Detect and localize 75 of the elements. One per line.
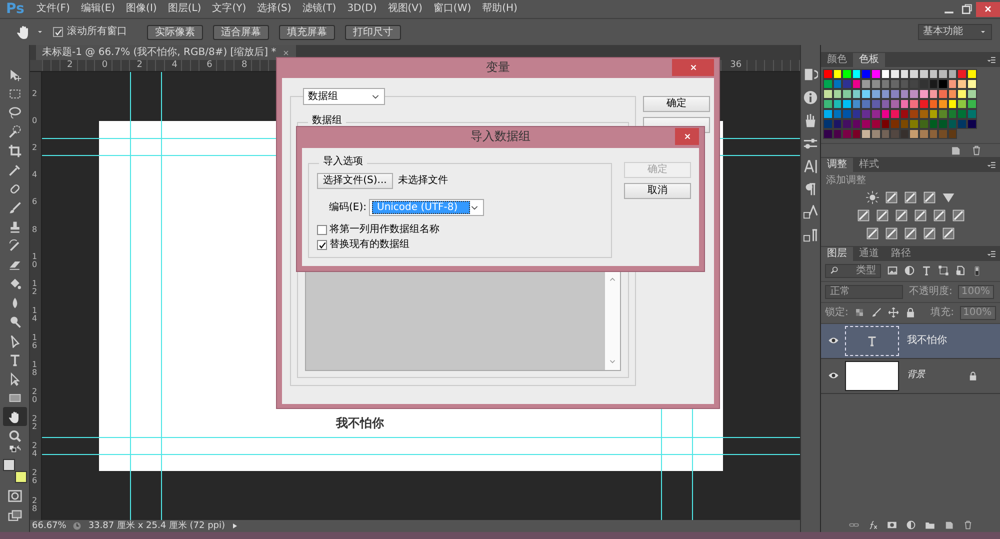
ruler-label: 36: [729, 60, 743, 71]
ruler-label: 16: [32, 334, 38, 350]
menu-item[interactable]: 帮助(H): [482, 3, 518, 15]
ruler-label: 0: [100, 60, 109, 71]
layer-name[interactable]: 背景: [907, 370, 968, 381]
layer-row[interactable]: 背景: [821, 358, 1000, 394]
menu-item[interactable]: 编辑(E): [80, 3, 116, 15]
ruler-label: 8: [32, 226, 38, 234]
ruler-label: 2: [32, 144, 38, 152]
checkbox-label: 替换现有的数据组: [330, 239, 410, 251]
ruler-label: 24: [32, 442, 38, 458]
fill-label: 填充:: [930, 306, 954, 318]
ruler-label: 12: [32, 280, 38, 296]
ruler-label: 22: [32, 415, 38, 432]
menu-item[interactable]: 窗口(W): [433, 3, 472, 15]
ruler-label: 20: [32, 388, 38, 404]
document-tab[interactable]: 未标题-1 @ 66.7% (我不怕你, RGB/8#) [缩放后] *: [36, 45, 296, 60]
opacity-label: 不透明度:: [909, 286, 952, 298]
encoding-label: 编码(E):: [329, 202, 366, 214]
dialog-title: 变量: [486, 60, 510, 75]
ruler-label: 18: [32, 361, 38, 377]
ruler-label: 8: [240, 60, 248, 71]
checkbox-label: 将第一列用作数据组名称: [330, 224, 440, 236]
checkbox-label: 滚动所有窗口: [67, 26, 127, 38]
panel-tab[interactable]: 样式: [853, 158, 885, 172]
panel-tab[interactable]: 图层: [821, 246, 853, 260]
ruler-label: 4: [32, 171, 38, 180]
ruler-label: 14: [32, 306, 38, 323]
toolbar-button[interactable]: 实际像素: [147, 24, 203, 40]
ruler-label: 10: [32, 252, 38, 269]
layer-name[interactable]: 我不怕你: [907, 334, 1000, 346]
blend-mode-dropdown[interactable]: 正常: [825, 284, 903, 298]
panel-heading: 添加调整: [825, 174, 867, 186]
panel-tab[interactable]: 色板: [853, 53, 885, 67]
file-status: 未选择文件: [398, 175, 448, 187]
panel-tab[interactable]: 路径: [885, 246, 917, 260]
ruler-label: 2: [32, 90, 38, 98]
menu-item[interactable]: 选择(S): [257, 3, 292, 15]
toolbar-button[interactable]: 填充屏幕: [279, 24, 335, 40]
toolbar-button[interactable]: 打印尺寸: [345, 24, 401, 40]
group-label: 导入选项: [319, 156, 367, 168]
menu-item[interactable]: 滤镜(T): [302, 3, 336, 15]
toolbar-button[interactable]: 适合屏幕: [213, 24, 269, 40]
dialog-title: 导入数据组: [470, 129, 530, 144]
menu-item[interactable]: 文件(F): [36, 3, 70, 15]
menu-item[interactable]: 视图(V): [388, 3, 422, 15]
panel-tab[interactable]: 调整: [821, 158, 853, 172]
ruler-label: 28: [32, 496, 38, 512]
lock-label: 锁定:: [825, 306, 848, 318]
app-logo: Ps: [6, 0, 24, 18]
dialog-button[interactable]: 确定: [643, 96, 710, 112]
dataset-dropdown[interactable]: 数据组: [303, 88, 385, 105]
layer-row[interactable]: 我不怕你: [821, 324, 1000, 358]
ruler-label: 0: [32, 117, 38, 126]
choose-file-button[interactable]: 选择文件(S)...: [317, 173, 393, 189]
ruler-label: 6: [32, 198, 38, 206]
menu-item[interactable]: 图像(I): [126, 3, 157, 15]
ruler-label: 26: [32, 469, 38, 486]
group-label: 数据组: [308, 115, 346, 127]
panel-tab[interactable]: 颜色: [821, 53, 853, 67]
encoding-dropdown[interactable]: Unicode (UTF-8): [369, 199, 484, 216]
menu-item[interactable]: 3D(D): [347, 3, 377, 15]
ruler-label: 2: [66, 60, 74, 71]
workspace-dropdown[interactable]: 基本功能: [918, 24, 992, 40]
filter-dropdown[interactable]: 类型: [825, 264, 881, 278]
zoom-level: 66.67%: [32, 520, 66, 532]
dialog-button[interactable]: 取消: [624, 183, 691, 199]
ruler-label: 6: [206, 60, 214, 71]
ruler-label: 2: [136, 60, 144, 71]
ruler-label: 4: [170, 60, 178, 71]
menu-item[interactable]: 文字(Y): [212, 3, 246, 15]
panel-tab[interactable]: 通道: [853, 246, 885, 260]
menu-item[interactable]: 图层(L): [168, 3, 202, 15]
canvas-text: 我不怕你: [336, 416, 384, 430]
document-size: 33.87 厘米 x 25.4 厘米 (72 ppi): [88, 520, 226, 532]
